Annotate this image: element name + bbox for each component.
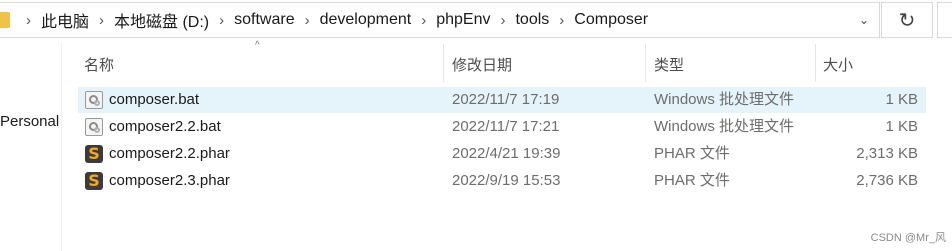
column-divider[interactable] [815,44,816,82]
batch-file-icon [85,91,103,109]
chevron-right-icon[interactable]: › [26,12,31,29]
folder-icon [0,12,10,28]
file-type: PHAR 文件 [654,172,730,189]
column-divider[interactable] [645,44,646,82]
watermark: CSDN @Mr_风 [870,232,946,244]
column-header-size[interactable]: 大小 [823,54,853,75]
breadcrumb-local-disk-d[interactable]: 本地磁盘 (D:) [113,8,210,32]
file-type: PHAR 文件 [654,145,730,162]
chevron-right-icon[interactable]: › [305,12,310,29]
file-date: 2022/11/7 17:21 [452,118,560,135]
chevron-right-icon[interactable]: › [500,12,505,29]
file-row[interactable]: composer.bat 2022/11/7 17:19 Windows 批处理… [78,87,926,113]
file-name: composer2.2.bat [109,118,221,135]
phar-file-icon: S [85,144,103,163]
pane-divider[interactable] [61,42,62,251]
search-box[interactable] [937,2,952,38]
breadcrumb-development[interactable]: development [319,11,413,29]
file-type: Windows 批处理文件 [654,91,795,108]
breadcrumb-phpenv[interactable]: phpEnv [435,11,491,29]
phar-file-icon: S [85,171,103,190]
breadcrumb-software[interactable]: software [233,11,295,29]
address-toolbar: › 此电脑 › 本地磁盘 (D:) › software › developme… [0,0,952,42]
refresh-button[interactable]: ↻ [881,2,933,38]
chevron-right-icon[interactable]: › [219,12,224,29]
file-row[interactable]: S composer2.3.phar 2022/9/19 15:53 PHAR … [78,168,926,194]
chevron-down-icon: ⌄ [858,13,870,27]
column-header-type[interactable]: 类型 [654,54,684,75]
file-size: 1 KB [885,91,918,108]
address-bar[interactable]: › 此电脑 › 本地磁盘 (D:) › software › developme… [0,2,880,38]
breadcrumb-this-pc[interactable]: 此电脑 [40,8,90,32]
file-date: 2022/11/7 17:19 [452,91,560,108]
file-name: composer2.2.phar [109,145,230,162]
column-header-name[interactable]: 名称 [84,54,114,75]
refresh-icon: ↻ [898,9,916,32]
file-date: 2022/9/19 15:53 [452,172,561,189]
file-name: composer2.3.phar [109,172,230,189]
file-size: 1 KB [885,118,918,135]
file-row[interactable]: S composer2.2.phar 2022/4/21 19:39 PHAR … [78,141,926,167]
address-history-button[interactable]: ⌄ [849,3,879,37]
file-row[interactable]: composer2.2.bat 2022/11/7 17:21 Windows … [78,114,926,140]
batch-file-icon [85,118,103,136]
chevron-right-icon[interactable]: › [99,12,104,29]
column-header-date[interactable]: 修改日期 [452,54,512,75]
chevron-right-icon[interactable]: › [421,12,426,29]
nav-item-personal[interactable]: Personal [0,113,59,130]
navigation-pane: Personal [0,42,60,251]
breadcrumb-composer[interactable]: Composer [573,11,649,29]
column-divider[interactable] [443,44,444,82]
file-size: 2,736 KB [856,172,918,189]
file-name: composer.bat [109,91,200,108]
breadcrumb-tools[interactable]: tools [514,11,550,29]
file-size: 2,313 KB [856,145,918,162]
file-date: 2022/4/21 19:39 [452,145,561,162]
file-type: Windows 批处理文件 [654,118,795,135]
sort-ascending-icon: ^ [255,40,260,51]
breadcrumb: › 此电脑 › 本地磁盘 (D:) › software › developme… [17,3,649,37]
chevron-right-icon[interactable]: › [559,12,564,29]
